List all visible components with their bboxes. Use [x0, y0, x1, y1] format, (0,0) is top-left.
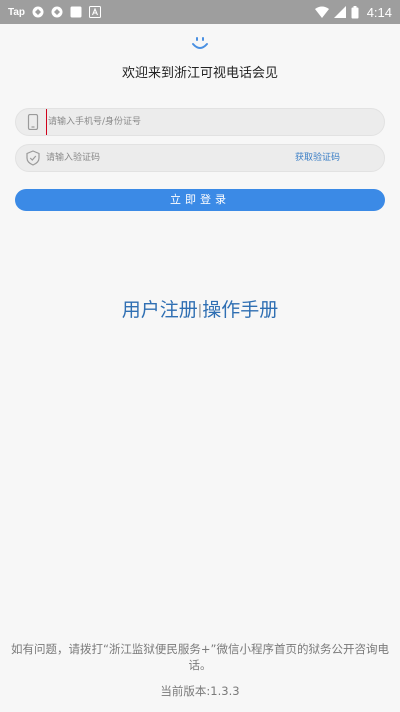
wifi-icon — [314, 6, 329, 18]
phone-icon — [25, 113, 41, 131]
status-bar-left: Tap — [8, 0, 102, 24]
smile-logo-icon — [190, 34, 210, 54]
verification-code-input[interactable] — [46, 145, 296, 171]
sync-icon — [32, 6, 44, 18]
status-bar-right: 4:14 — [314, 0, 392, 24]
phone-input[interactable] — [46, 109, 298, 135]
app-a-icon — [89, 6, 102, 18]
links-row: 用户注册|操作手册 — [0, 297, 400, 324]
verification-code-field[interactable]: 获取验证码 — [15, 144, 385, 172]
battery-icon — [351, 5, 359, 19]
carrier-label: Tap — [8, 6, 26, 18]
welcome-title: 欢迎来到浙江可视电话会见 — [121, 66, 278, 81]
shield-icon — [25, 150, 41, 166]
help-text: 如有问题，请拨打“浙江监狱便民服务+”微信小程序首页的狱务公开咨询电话。 — [10, 642, 390, 672]
status-bar: Tap 4:14 — [0, 0, 400, 24]
notification-square-icon — [70, 6, 82, 18]
clock: 4:14 — [366, 4, 392, 20]
get-code-button[interactable]: 获取验证码 — [295, 145, 340, 171]
signal-icon — [333, 6, 346, 18]
register-link[interactable]: 用户注册 — [122, 299, 198, 321]
sync-icon — [51, 6, 63, 18]
login-button[interactable]: 立即登录 — [15, 189, 385, 211]
version-label: 当前版本:1.3.3 — [160, 684, 240, 698]
manual-link[interactable]: 操作手册 — [202, 299, 278, 321]
phone-field[interactable] — [15, 108, 385, 136]
